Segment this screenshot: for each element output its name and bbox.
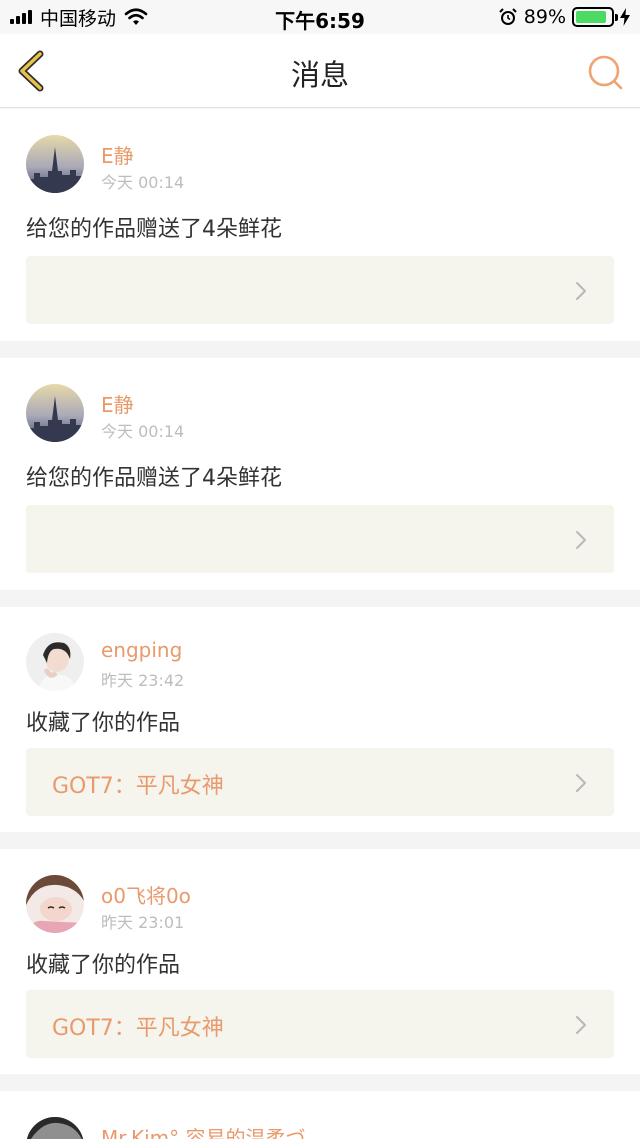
timestamp: 昨天 23:01 bbox=[101, 913, 185, 932]
charging-bolt-icon bbox=[620, 8, 630, 26]
username[interactable]: E静 bbox=[101, 140, 134, 169]
timestamp: 今天 00:14 bbox=[101, 422, 185, 441]
battery-fill bbox=[576, 11, 607, 23]
search-icon[interactable] bbox=[586, 52, 626, 92]
work-title: GOT7：平凡女神 bbox=[52, 774, 224, 799]
chevron-right-icon bbox=[576, 282, 586, 300]
work-link[interactable]: GOT7：平凡女神 bbox=[26, 990, 614, 1058]
status-bar: 中国移动 下午6:59 89% bbox=[0, 0, 640, 34]
message-card[interactable]: Mr.Kim° 容易的温柔づ bbox=[0, 1091, 640, 1139]
work-link[interactable] bbox=[26, 505, 614, 573]
work-link[interactable]: GOT7：平凡女神 bbox=[26, 748, 614, 816]
battery-percent: 89% bbox=[523, 6, 566, 28]
nav-bar: 消息 bbox=[0, 34, 640, 108]
avatar[interactable] bbox=[26, 875, 84, 933]
message-card[interactable]: E静 今天 00:14 给您的作品赠送了4朵鲜花 bbox=[0, 358, 640, 590]
avatar[interactable] bbox=[26, 633, 84, 691]
message-feed: E静 今天 00:14 给您的作品赠送了4朵鲜花 E静 今天 00:14 给您的… bbox=[0, 109, 640, 1139]
alarm-icon bbox=[499, 8, 517, 25]
search-button[interactable] bbox=[586, 52, 626, 92]
message-card[interactable]: E静 今天 00:14 给您的作品赠送了4朵鲜花 bbox=[0, 109, 640, 341]
avatar[interactable] bbox=[26, 384, 84, 442]
message-card[interactable]: engping 昨天 23:42 收藏了你的作品 GOT7：平凡女神 bbox=[0, 607, 640, 832]
page-title: 消息 bbox=[290, 58, 349, 92]
timestamp: 昨天 23:42 bbox=[101, 671, 185, 690]
message-text: 给您的作品赠送了4朵鲜花 bbox=[26, 466, 282, 491]
username[interactable]: o0飞将0o bbox=[101, 880, 191, 909]
timestamp: 今天 00:14 bbox=[101, 173, 185, 192]
battery-icon bbox=[572, 7, 618, 27]
avatar[interactable] bbox=[26, 135, 84, 193]
message-text: 收藏了你的作品 bbox=[26, 711, 181, 736]
work-link[interactable] bbox=[26, 256, 614, 324]
chevron-right-icon bbox=[576, 774, 586, 792]
battery-tip bbox=[615, 14, 618, 21]
message-text: 收藏了你的作品 bbox=[26, 953, 181, 978]
username[interactable]: Mr.Kim° 容易的温柔づ bbox=[101, 1122, 306, 1139]
username[interactable]: engping bbox=[101, 638, 182, 662]
message-text: 给您的作品赠送了4朵鲜花 bbox=[26, 217, 282, 242]
chevron-right-icon bbox=[576, 531, 586, 549]
avatar[interactable] bbox=[26, 1117, 84, 1139]
work-title: GOT7：平凡女神 bbox=[52, 1016, 224, 1041]
chevron-right-icon bbox=[576, 1016, 586, 1034]
username[interactable]: E静 bbox=[101, 389, 134, 418]
message-card[interactable]: o0飞将0o 昨天 23:01 收藏了你的作品 GOT7：平凡女神 bbox=[0, 849, 640, 1074]
status-right: 89% bbox=[498, 6, 630, 28]
